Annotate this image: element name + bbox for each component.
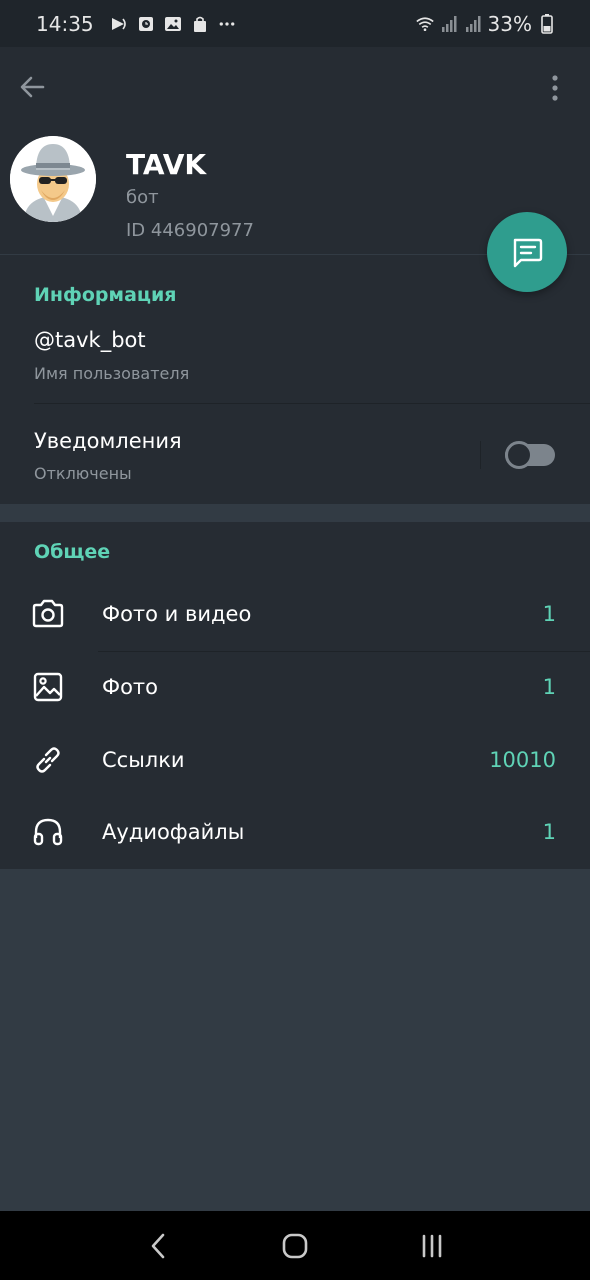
media-row-photos[interactable]: Фото 1 <box>0 653 590 725</box>
status-time: 14:35 <box>36 11 94 36</box>
media-label: Фото <box>102 675 159 699</box>
image-icon <box>30 669 66 705</box>
media-row-audio[interactable]: Аудиофайлы 1 <box>0 798 590 870</box>
media-label: Фото и видео <box>102 602 252 626</box>
profile-name: TAVK <box>126 148 207 181</box>
spy-avatar-icon <box>10 136 96 222</box>
system-nav-bar <box>0 1211 590 1280</box>
profile-subtitle: бот <box>126 187 159 208</box>
wifi-icon <box>415 15 434 33</box>
info-section: Информация @tavk_bot Имя пользователя Ув… <box>0 255 590 504</box>
gallery-icon <box>164 15 182 33</box>
battery-icon <box>538 13 556 34</box>
nav-recents-button[interactable] <box>412 1226 452 1266</box>
general-section-title: Общее <box>34 541 111 563</box>
general-section: Общее Фото и видео 1 Фото 1 Ссылки 10010… <box>0 522 590 869</box>
notifications-toggle[interactable] <box>505 441 555 469</box>
more-horizontal-icon <box>218 15 236 33</box>
send-message-button[interactable] <box>487 212 567 292</box>
signal-icon-2 <box>464 15 482 33</box>
signal-icon-1 <box>440 15 458 33</box>
nav-back-button[interactable] <box>138 1226 178 1266</box>
chevron-left-icon <box>152 1233 165 1258</box>
username-label: Имя пользователя <box>34 364 190 383</box>
more-options-button[interactable] <box>540 71 570 105</box>
divider <box>34 403 590 404</box>
message-icon <box>513 238 543 268</box>
home-icon <box>282 1233 308 1258</box>
arrow-left-icon <box>20 76 45 98</box>
media-row-photos-videos[interactable]: Фото и видео 1 <box>0 580 590 652</box>
status-bar: 14:35 33% <box>0 0 590 47</box>
media-count: 10010 <box>489 748 556 772</box>
media-count: 1 <box>542 602 556 626</box>
more-vertical-icon <box>552 75 558 101</box>
headphones-icon <box>30 814 66 850</box>
info-section-title: Информация <box>34 284 177 306</box>
media-count: 1 <box>542 675 556 699</box>
media-label: Аудиофайлы <box>102 820 245 844</box>
link-icon <box>30 742 66 778</box>
nav-home-button[interactable] <box>275 1226 315 1266</box>
battery-percent: 33% <box>487 11 532 36</box>
camera-icon <box>30 596 66 632</box>
media-label: Ссылки <box>102 748 185 772</box>
recents-icon <box>422 1234 441 1257</box>
section-gap <box>0 504 590 522</box>
toggle-knob <box>505 441 533 469</box>
media-count: 1 <box>542 820 556 844</box>
username-value[interactable]: @tavk_bot <box>34 328 146 352</box>
profile-id: ID 446907977 <box>126 220 254 241</box>
cast-icon <box>110 15 128 33</box>
divider <box>98 651 590 652</box>
shopping-bag-icon <box>191 15 209 33</box>
media-row-links[interactable]: Ссылки 10010 <box>0 726 590 798</box>
divider <box>480 441 481 469</box>
clock-app-icon <box>137 15 155 33</box>
back-button[interactable] <box>14 69 50 105</box>
notifications-title[interactable]: Уведомления <box>34 429 182 453</box>
avatar[interactable] <box>10 136 96 222</box>
notifications-status: Отключены <box>34 464 132 483</box>
